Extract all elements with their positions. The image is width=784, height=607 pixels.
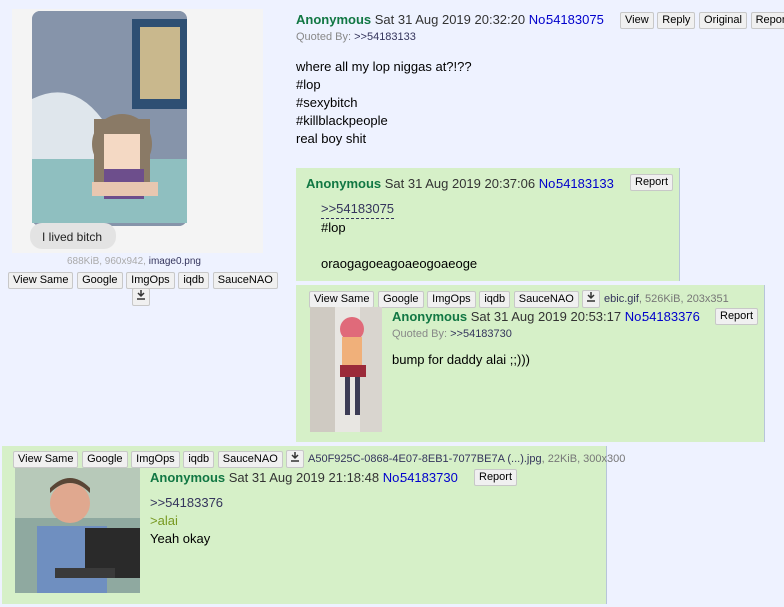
- imgops-button[interactable]: ImgOps: [126, 272, 175, 289]
- reply-text: Yeah okay: [150, 531, 211, 546]
- quote-link[interactable]: >>54183376: [150, 494, 223, 512]
- file-link[interactable]: ebic.gif: [604, 293, 639, 305]
- op-image-caption: I lived bitch: [42, 230, 102, 244]
- report-button[interactable]: Report: [474, 469, 518, 486]
- op-quoted-by: Quoted By: >>54183133: [296, 31, 416, 43]
- imgops-button[interactable]: ImgOps: [427, 291, 476, 308]
- saucenao-button[interactable]: SauceNAO: [217, 451, 283, 468]
- post-datetime: Sat 31 Aug 2019 20:37:06: [384, 176, 536, 191]
- reply-text: bump for daddy alai ;;))): [392, 352, 531, 367]
- quoted-by: Quoted By: >>54183730: [392, 328, 512, 340]
- report-button[interactable]: Report: [630, 174, 674, 191]
- quoted-by-label: Quoted By:: [392, 328, 448, 340]
- google-button[interactable]: Google: [77, 272, 123, 289]
- greentext: >alai: [150, 513, 178, 528]
- op-post-no[interactable]: 54183075: [546, 12, 604, 27]
- op-thumbnail[interactable]: I lived bitch: [12, 9, 263, 253]
- google-button[interactable]: Google: [378, 291, 424, 308]
- download-icon: [291, 452, 300, 462]
- original-button[interactable]: Original: [699, 12, 747, 29]
- download-button[interactable]: [582, 290, 601, 308]
- saucenao-button[interactable]: SauceNAO: [212, 272, 278, 289]
- saucenao-button[interactable]: SauceNAO: [513, 291, 579, 308]
- reply-body: >>54183376 >alai Yeah okay: [150, 494, 223, 548]
- op-file-size: 688KiB, 960x942,: [67, 256, 146, 267]
- op-actions: View Reply Original Report: [620, 11, 784, 29]
- imgops-button[interactable]: ImgOps: [131, 451, 180, 468]
- image-tools: View Same Google ImgOps iqdb SauceNAO eb…: [309, 290, 729, 308]
- op-line: where all my lop niggas at?!??: [296, 59, 472, 74]
- reply-post: Anonymous Sat 31 Aug 2019 20:37:06 No.54…: [296, 168, 680, 281]
- view-same-button[interactable]: View Same: [8, 272, 74, 289]
- op-file-info: 688KiB, 960x942, image0.png: [67, 256, 201, 267]
- quoted-by-label: Quoted By:: [296, 31, 352, 43]
- view-same-button[interactable]: View Same: [309, 291, 375, 308]
- google-button[interactable]: Google: [82, 451, 128, 468]
- reply-post: View Same Google ImgOps iqdb SauceNAO eb…: [296, 285, 765, 442]
- reply-header: Anonymous Sat 31 Aug 2019 20:53:17 No.54…: [392, 309, 700, 324]
- image-tools: View Same Google ImgOps iqdb SauceNAO A5…: [13, 450, 625, 468]
- reply-header: Anonymous Sat 31 Aug 2019 20:37:06 No.54…: [306, 176, 614, 191]
- file-link[interactable]: A50F925C-0868-4E07-8EB1-7077BE7A (...).j…: [308, 453, 542, 465]
- poster-name: Anonymous: [306, 176, 382, 191]
- op-line: real boy shit: [296, 131, 367, 146]
- op-download-button[interactable]: [132, 288, 150, 306]
- op-line: #killblackpeople: [296, 113, 388, 128]
- view-same-button[interactable]: View Same: [13, 451, 79, 468]
- download-button[interactable]: [286, 450, 305, 468]
- post-datetime: Sat 31 Aug 2019 21:18:48: [228, 470, 380, 485]
- quoted-by-link[interactable]: >>54183133: [354, 31, 416, 43]
- post-no[interactable]: 54183376: [642, 309, 700, 324]
- post-no[interactable]: 54183133: [556, 176, 614, 191]
- reply-post: View Same Google ImgOps iqdb SauceNAO A5…: [2, 446, 625, 604]
- poster-name: Anonymous: [150, 470, 226, 485]
- file-info: , 22KiB, 300x300: [541, 453, 626, 465]
- op-datetime: Sat 31 Aug 2019 20:32:20: [374, 12, 526, 27]
- post-datetime: Sat 31 Aug 2019 20:53:17: [470, 309, 622, 324]
- reply-line: oraogagoeagoaeogoaeoge: [321, 256, 478, 271]
- reply-thumbnail[interactable]: [310, 307, 382, 432]
- op-poster-name: Anonymous: [296, 12, 372, 27]
- quoted-by-link[interactable]: >>54183730: [450, 328, 512, 340]
- post-no[interactable]: 54183730: [400, 470, 458, 485]
- reply-image: [15, 468, 140, 593]
- op-file-link[interactable]: image0.png: [149, 256, 201, 267]
- report-button[interactable]: Report: [750, 12, 784, 29]
- op-line: #sexybitch: [296, 95, 358, 110]
- reply-body: >>54183075 #lop oraogagoeagoaeogoaeoge: [321, 200, 477, 273]
- poster-name: Anonymous: [392, 309, 468, 324]
- op-line: #lop: [296, 77, 321, 92]
- op-image: I lived bitch: [12, 9, 263, 253]
- report-button[interactable]: Report: [715, 308, 759, 325]
- iqdb-button[interactable]: iqdb: [479, 291, 511, 308]
- iqdb-button[interactable]: iqdb: [178, 272, 210, 289]
- quote-link[interactable]: >>54183075: [321, 200, 395, 219]
- iqdb-button[interactable]: iqdb: [183, 451, 215, 468]
- op-body: where all my lop niggas at?!?? #lop #sex…: [296, 58, 472, 148]
- file-info: , 526KiB, 203x351: [638, 293, 729, 305]
- view-button[interactable]: View: [620, 12, 654, 29]
- reply-button[interactable]: Reply: [657, 12, 696, 29]
- download-icon: [137, 290, 145, 300]
- download-icon: [587, 292, 596, 302]
- reply-thumbnail[interactable]: [15, 468, 140, 593]
- op-image-tools: View Same Google ImgOps iqdb SauceNAO: [8, 271, 278, 289]
- reply-header: Anonymous Sat 31 Aug 2019 21:18:48 No.54…: [150, 470, 458, 485]
- reply-line: #lop: [321, 220, 346, 235]
- reply-image: [310, 307, 382, 432]
